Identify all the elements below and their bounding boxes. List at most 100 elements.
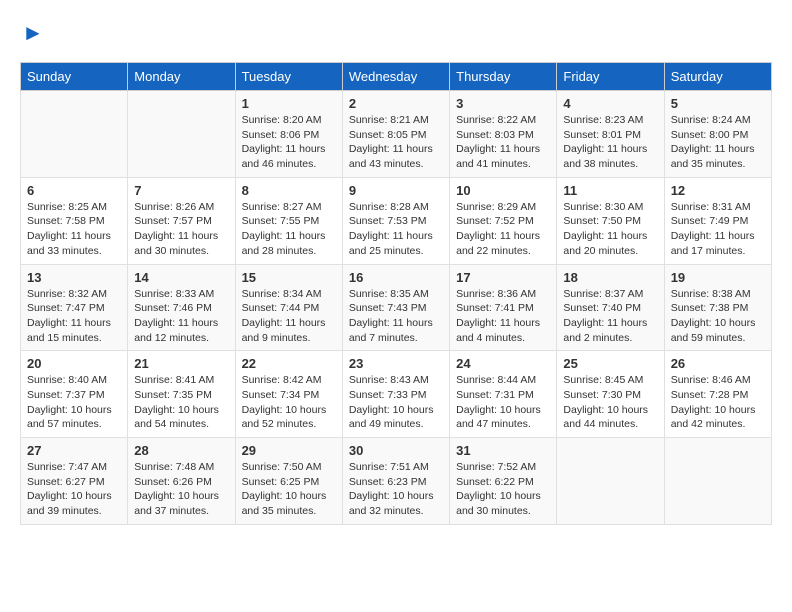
day-info: Sunrise: 8:38 AM Sunset: 7:38 PM Dayligh…: [671, 287, 765, 346]
day-number: 21: [134, 356, 228, 371]
calendar-cell: 14 Sunrise: 8:33 AM Sunset: 7:46 PM Dayli…: [128, 264, 235, 351]
calendar-cell: 20 Sunrise: 8:40 AM Sunset: 7:37 PM Dayli…: [21, 351, 128, 438]
day-number: 18: [563, 270, 657, 285]
calendar-cell: 31 Sunrise: 7:52 AM Sunset: 6:22 PM Dayli…: [450, 438, 557, 525]
day-number: 12: [671, 183, 765, 198]
day-info: Sunrise: 7:50 AM Sunset: 6:25 PM Dayligh…: [242, 460, 336, 519]
day-number: 2: [349, 96, 443, 111]
day-info: Sunrise: 8:32 AM Sunset: 7:47 PM Dayligh…: [27, 287, 121, 346]
calendar-week-row: 1 Sunrise: 8:20 AM Sunset: 8:06 PM Daylig…: [21, 91, 772, 178]
day-number: 28: [134, 443, 228, 458]
day-info: Sunrise: 8:31 AM Sunset: 7:49 PM Dayligh…: [671, 200, 765, 259]
calendar-cell: 23Sunrise: 8:43 AM Sunset: 7:33 PM Dayli…: [342, 351, 449, 438]
day-info: Sunrise: 7:51 AM Sunset: 6:23 PM Dayligh…: [349, 460, 443, 519]
calendar-cell: 25 Sunrise: 8:45 AM Sunset: 7:30 PM Dayli…: [557, 351, 664, 438]
calendar-cell: 8 Sunrise: 8:27 AM Sunset: 7:55 PM Daylig…: [235, 177, 342, 264]
calendar-cell: 17 Sunrise: 8:36 AM Sunset: 7:41 PM Dayli…: [450, 264, 557, 351]
day-info: Sunrise: 8:41 AM Sunset: 7:35 PM Dayligh…: [134, 373, 228, 432]
day-info: Sunrise: 8:42 AM Sunset: 7:34 PM Dayligh…: [242, 373, 336, 432]
weekday-label: Tuesday: [235, 63, 342, 91]
day-info: Sunrise: 8:27 AM Sunset: 7:55 PM Dayligh…: [242, 200, 336, 259]
day-number: 8: [242, 183, 336, 198]
calendar-week-row: 6Sunrise: 8:25 AM Sunset: 7:58 PM Daylig…: [21, 177, 772, 264]
day-number: 31: [456, 443, 550, 458]
page-header: ►: [20, 20, 772, 46]
day-number: 4: [563, 96, 657, 111]
day-info: Sunrise: 7:48 AM Sunset: 6:26 PM Dayligh…: [134, 460, 228, 519]
day-number: 13: [27, 270, 121, 285]
calendar-week-row: 13 Sunrise: 8:32 AM Sunset: 7:47 PM Dayli…: [21, 264, 772, 351]
weekday-label: Saturday: [664, 63, 771, 91]
day-number: 16: [349, 270, 443, 285]
calendar-cell: 10 Sunrise: 8:29 AM Sunset: 7:52 PM Dayli…: [450, 177, 557, 264]
calendar-cell: 4Sunrise: 8:23 AM Sunset: 8:01 PM Daylig…: [557, 91, 664, 178]
day-info: Sunrise: 8:21 AM Sunset: 8:05 PM Dayligh…: [349, 113, 443, 172]
calendar-cell: 6Sunrise: 8:25 AM Sunset: 7:58 PM Daylig…: [21, 177, 128, 264]
day-number: 23: [349, 356, 443, 371]
day-number: 25: [563, 356, 657, 371]
calendar-cell: 11 Sunrise: 8:30 AM Sunset: 7:50 PM Dayli…: [557, 177, 664, 264]
day-info: Sunrise: 8:28 AM Sunset: 7:53 PM Dayligh…: [349, 200, 443, 259]
day-info: Sunrise: 8:33 AM Sunset: 7:46 PM Dayligh…: [134, 287, 228, 346]
day-number: 1: [242, 96, 336, 111]
day-info: Sunrise: 8:25 AM Sunset: 7:58 PM Dayligh…: [27, 200, 121, 259]
day-info: Sunrise: 8:45 AM Sunset: 7:30 PM Dayligh…: [563, 373, 657, 432]
day-info: Sunrise: 8:36 AM Sunset: 7:41 PM Dayligh…: [456, 287, 550, 346]
day-number: 15: [242, 270, 336, 285]
calendar-cell: [21, 91, 128, 178]
day-info: Sunrise: 8:24 AM Sunset: 8:00 PM Dayligh…: [671, 113, 765, 172]
day-number: 14: [134, 270, 228, 285]
calendar-cell: 27 Sunrise: 7:47 AM Sunset: 6:27 PM Dayli…: [21, 438, 128, 525]
day-number: 19: [671, 270, 765, 285]
day-info: Sunrise: 8:26 AM Sunset: 7:57 PM Dayligh…: [134, 200, 228, 259]
day-number: 22: [242, 356, 336, 371]
calendar-cell: 9 Sunrise: 8:28 AM Sunset: 7:53 PM Daylig…: [342, 177, 449, 264]
day-number: 7: [134, 183, 228, 198]
day-number: 11: [563, 183, 657, 198]
day-number: 3: [456, 96, 550, 111]
calendar-cell: [664, 438, 771, 525]
calendar-cell: [557, 438, 664, 525]
day-info: Sunrise: 8:37 AM Sunset: 7:40 PM Dayligh…: [563, 287, 657, 346]
calendar-week-row: 20 Sunrise: 8:40 AM Sunset: 7:37 PM Dayli…: [21, 351, 772, 438]
day-info: Sunrise: 7:52 AM Sunset: 6:22 PM Dayligh…: [456, 460, 550, 519]
weekday-label: Thursday: [450, 63, 557, 91]
day-number: 30: [349, 443, 443, 458]
day-number: 9: [349, 183, 443, 198]
weekday-label: Wednesday: [342, 63, 449, 91]
day-number: 20: [27, 356, 121, 371]
day-number: 17: [456, 270, 550, 285]
calendar-cell: 3 Sunrise: 8:22 AM Sunset: 8:03 PM Daylig…: [450, 91, 557, 178]
calendar-cell: 16 Sunrise: 8:35 AM Sunset: 7:43 PM Dayli…: [342, 264, 449, 351]
day-info: Sunrise: 8:20 AM Sunset: 8:06 PM Dayligh…: [242, 113, 336, 172]
calendar-cell: 24Sunrise: 8:44 AM Sunset: 7:31 PM Dayli…: [450, 351, 557, 438]
day-number: 27: [27, 443, 121, 458]
calendar-cell: 28 Sunrise: 7:48 AM Sunset: 6:26 PM Dayli…: [128, 438, 235, 525]
calendar-cell: 21 Sunrise: 8:41 AM Sunset: 7:35 PM Dayli…: [128, 351, 235, 438]
calendar-cell: 29 Sunrise: 7:50 AM Sunset: 6:25 PM Dayli…: [235, 438, 342, 525]
day-info: Sunrise: 8:46 AM Sunset: 7:28 PM Dayligh…: [671, 373, 765, 432]
day-number: 29: [242, 443, 336, 458]
calendar-cell: 2 Sunrise: 8:21 AM Sunset: 8:05 PM Daylig…: [342, 91, 449, 178]
calendar-cell: 15 Sunrise: 8:34 AM Sunset: 7:44 PM Dayli…: [235, 264, 342, 351]
day-info: Sunrise: 8:30 AM Sunset: 7:50 PM Dayligh…: [563, 200, 657, 259]
weekday-label: Sunday: [21, 63, 128, 91]
day-info: Sunrise: 7:47 AM Sunset: 6:27 PM Dayligh…: [27, 460, 121, 519]
day-info: Sunrise: 8:34 AM Sunset: 7:44 PM Dayligh…: [242, 287, 336, 346]
calendar-body: 1 Sunrise: 8:20 AM Sunset: 8:06 PM Daylig…: [21, 91, 772, 525]
calendar-cell: 26Sunrise: 8:46 AM Sunset: 7:28 PM Dayli…: [664, 351, 771, 438]
calendar-cell: 22 Sunrise: 8:42 AM Sunset: 7:34 PM Dayli…: [235, 351, 342, 438]
calendar-cell: 12 Sunrise: 8:31 AM Sunset: 7:49 PM Dayli…: [664, 177, 771, 264]
day-info: Sunrise: 8:22 AM Sunset: 8:03 PM Dayligh…: [456, 113, 550, 172]
day-info: Sunrise: 8:35 AM Sunset: 7:43 PM Dayligh…: [349, 287, 443, 346]
day-number: 10: [456, 183, 550, 198]
calendar-cell: 7 Sunrise: 8:26 AM Sunset: 7:57 PM Daylig…: [128, 177, 235, 264]
weekday-label: Monday: [128, 63, 235, 91]
calendar-cell: 19 Sunrise: 8:38 AM Sunset: 7:38 PM Dayli…: [664, 264, 771, 351]
calendar-cell: 5Sunrise: 8:24 AM Sunset: 8:00 PM Daylig…: [664, 91, 771, 178]
day-info: Sunrise: 8:29 AM Sunset: 7:52 PM Dayligh…: [456, 200, 550, 259]
calendar-week-row: 27 Sunrise: 7:47 AM Sunset: 6:27 PM Dayli…: [21, 438, 772, 525]
day-info: Sunrise: 8:40 AM Sunset: 7:37 PM Dayligh…: [27, 373, 121, 432]
logo: ►: [20, 20, 44, 46]
day-number: 24: [456, 356, 550, 371]
